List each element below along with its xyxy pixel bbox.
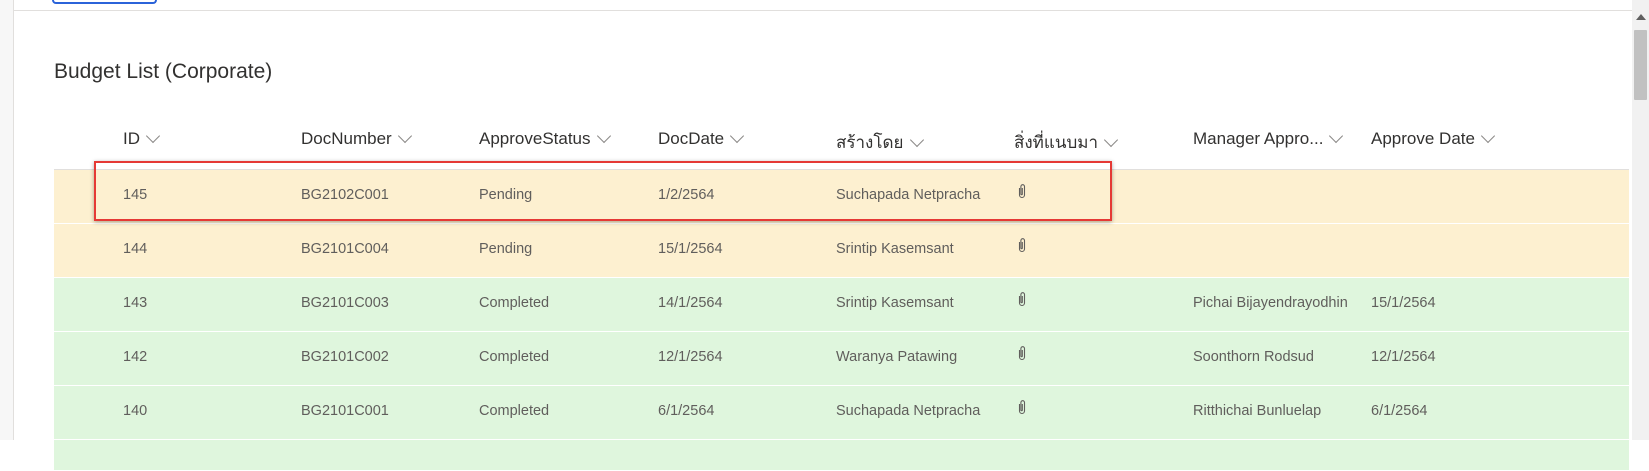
- column-label: DocNumber: [301, 129, 392, 148]
- cell-approvestatus: Completed: [479, 403, 550, 419]
- left-rail: [0, 0, 14, 440]
- vertical-scrollbar[interactable]: [1632, 0, 1649, 440]
- cell-docnumber[interactable]: BG2101C001: [301, 403, 389, 419]
- column-header-attachments[interactable]: สิ่งที่แนบมา: [1014, 129, 1119, 156]
- chevron-down-icon: [1480, 128, 1496, 144]
- scrollbar-thumb[interactable]: [1634, 30, 1647, 100]
- table-row[interactable]: 144 BG2101C004 Pending 15/1/2564 Srintip…: [54, 224, 1629, 278]
- cell-id: 140: [123, 403, 148, 419]
- cell-docdate: 14/1/2564: [658, 295, 723, 311]
- cell-approvestatus: Completed: [479, 295, 550, 311]
- column-label: สร้างโดย: [836, 133, 904, 152]
- paperclip-icon[interactable]: [1016, 399, 1028, 415]
- page-title: Budget List (Corporate): [54, 60, 273, 83]
- scroll-up-arrow-icon[interactable]: [1636, 14, 1646, 20]
- column-header-approve-date[interactable]: Approve Date: [1371, 128, 1496, 149]
- cell-manager-approver: Soonthorn Rodsud: [1193, 349, 1314, 365]
- column-header-manager-approver[interactable]: Manager Appro...: [1193, 128, 1344, 149]
- chevron-down-icon: [145, 128, 161, 144]
- paperclip-icon[interactable]: [1016, 291, 1028, 307]
- cell-docdate: 12/1/2564: [658, 349, 723, 365]
- table-row[interactable]: 140 BG2101C001 Completed 6/1/2564 Suchap…: [54, 386, 1629, 440]
- cell-id: 143: [123, 295, 148, 311]
- cell-manager-approver: Pichai Bijayendrayodhin: [1193, 295, 1348, 311]
- cell-approve-date: 15/1/2564: [1371, 295, 1436, 311]
- cell-created-by: Srintip Kasemsant: [836, 241, 954, 257]
- chevron-down-icon: [596, 128, 611, 144]
- cell-id: 144: [123, 241, 148, 257]
- cell-created-by: Suchapada Netpracha: [836, 403, 981, 419]
- column-header-docdate[interactable]: DocDate: [658, 128, 745, 149]
- cell-approvestatus: Pending: [479, 241, 533, 257]
- table-row[interactable]: 142 BG2101C002 Completed 12/1/2564 Waran…: [54, 332, 1629, 386]
- chevron-down-icon: [397, 128, 412, 144]
- chevron-down-icon: [909, 132, 924, 147]
- cell-docdate: 6/1/2564: [658, 403, 715, 419]
- cell-docnumber[interactable]: BG2101C002: [301, 349, 389, 365]
- cell-created-by: Srintip Kasemsant: [836, 295, 954, 311]
- top-command-button[interactable]: [52, 0, 157, 4]
- cell-docnumber[interactable]: BG2101C003: [301, 295, 389, 311]
- column-label: Manager Appro...: [1193, 129, 1324, 148]
- column-label: Approve Date: [1371, 129, 1475, 148]
- cell-approve-date: 12/1/2564: [1371, 349, 1436, 365]
- cell-approvestatus: Completed: [479, 349, 550, 365]
- column-header-id[interactable]: ID: [123, 128, 161, 149]
- paperclip-icon[interactable]: [1016, 345, 1028, 361]
- chevron-down-icon: [730, 128, 745, 144]
- cell-id: 142: [123, 349, 148, 365]
- column-header-created-by[interactable]: สร้างโดย: [836, 129, 924, 156]
- cell-approve-date: 6/1/2564: [1371, 403, 1428, 419]
- column-label: DocDate: [658, 129, 725, 148]
- cell-docdate: 15/1/2564: [658, 241, 723, 257]
- chevron-down-icon: [1329, 128, 1344, 144]
- table-row-partial[interactable]: [54, 440, 1629, 471]
- chevron-down-icon: [1103, 132, 1119, 147]
- table-row[interactable]: 143 BG2101C003 Completed 14/1/2564 Srint…: [54, 278, 1629, 332]
- cell-created-by: Waranya Patawing: [836, 349, 958, 365]
- cell-docnumber[interactable]: BG2101C004: [301, 241, 389, 257]
- column-label: ID: [123, 129, 140, 148]
- highlight-annotation-box: [94, 161, 1112, 221]
- column-label: สิ่งที่แนบมา: [1014, 133, 1099, 152]
- column-header-approvestatus[interactable]: ApproveStatus: [479, 128, 611, 149]
- column-label: ApproveStatus: [479, 129, 591, 148]
- column-header-docnumber[interactable]: DocNumber: [301, 128, 412, 149]
- top-divider: [13, 10, 1632, 11]
- paperclip-icon[interactable]: [1016, 237, 1028, 253]
- cell-manager-approver: Ritthichai Bunluelap: [1193, 403, 1322, 419]
